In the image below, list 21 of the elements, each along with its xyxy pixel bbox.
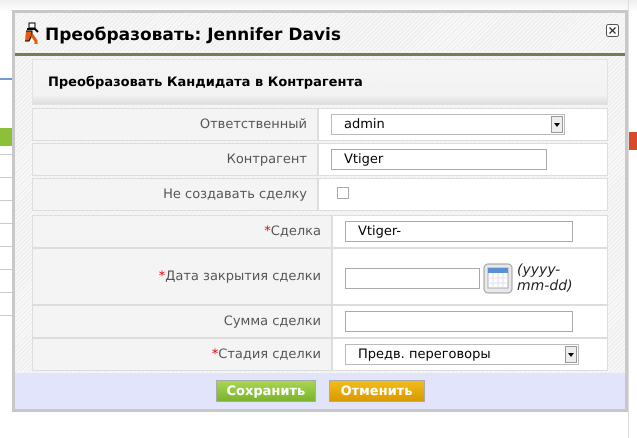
checkbox[interactable] <box>337 186 349 198</box>
field-label: Не создавать сделку <box>32 178 318 211</box>
text-field[interactable]: Vtiger- <box>345 221 573 242</box>
caret-icon[interactable] <box>551 116 563 133</box>
text-field[interactable]: Vtiger <box>331 149 547 170</box>
section-title: Преобразовать Кандидата в Контрагента <box>48 74 363 90</box>
calendar-icon[interactable] <box>483 262 513 294</box>
field-label: *Дата закрытия сделки <box>32 248 332 305</box>
caret-icon[interactable] <box>565 346 577 363</box>
dialog-title: Преобразовать: Jennifer Davis <box>45 25 341 45</box>
text-field[interactable] <box>345 311 573 332</box>
date-field[interactable] <box>345 268 480 288</box>
field-label: Контрагент <box>32 143 318 176</box>
close-icon[interactable] <box>606 24 619 37</box>
dropdown[interactable]: admin <box>331 114 565 135</box>
date-format-hint: (yyyy-mm-dd) <box>517 262 574 294</box>
field-label: *Стадия сделки <box>32 338 332 371</box>
field-label: *Сделка <box>32 215 332 248</box>
dropdown[interactable]: Предв. переговоры <box>345 344 579 365</box>
field-label: Ответственный <box>32 108 318 141</box>
field-label: Сумма сделки <box>32 305 332 338</box>
